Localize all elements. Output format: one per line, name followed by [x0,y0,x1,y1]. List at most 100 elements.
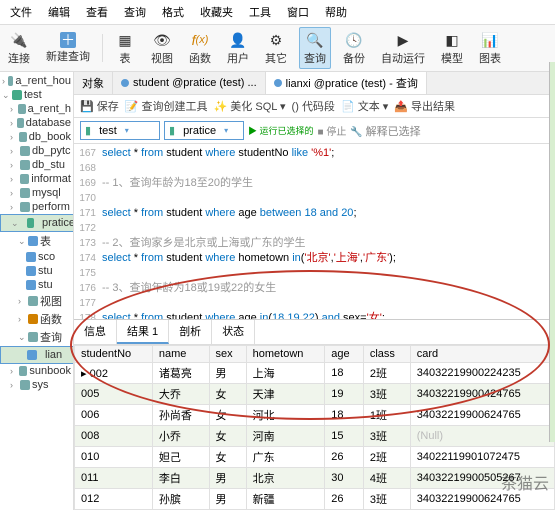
tree-node[interactable]: ⌄查询 [0,328,73,346]
other-button[interactable]: ⚙其它 [261,28,291,68]
menu-file[interactable]: 文件 [4,2,38,22]
cell[interactable]: 18 [325,405,364,426]
function-button[interactable]: f(x)函数 [185,28,215,68]
cell[interactable]: 上海 [246,363,325,384]
text-button[interactable]: 📄 文本 ▾ [341,98,388,114]
model-button[interactable]: ◧模型 [437,28,467,68]
tree-node[interactable]: ›sys [0,378,73,392]
tree-node[interactable]: ›db_pytc [0,144,73,158]
tree-node[interactable]: ›perform [0,200,73,214]
tree-node[interactable]: sco [0,250,73,264]
rtab-info[interactable]: 信息 [74,320,117,344]
chart-button[interactable]: 📊图表 [475,28,505,68]
cell[interactable]: 男 [209,489,246,510]
cell[interactable]: 34032219900224235 [410,363,554,384]
cell[interactable]: 3班 [363,426,410,447]
tree-node[interactable]: ›database [0,116,73,130]
cell[interactable]: 26 [325,489,364,510]
cell[interactable]: 010 [75,447,153,468]
backup-button[interactable]: 🕓备份 [339,28,369,68]
view-button[interactable]: 👁视图 [147,28,177,68]
table-row[interactable]: 005大乔女天津193班34032219900424765 [75,384,555,405]
cell[interactable]: 李白 [152,468,209,489]
rtab-result1[interactable]: 结果 1 [117,320,169,344]
new-query-button[interactable]: ＋新建查询 [42,30,94,66]
cell[interactable]: ▸ 002 [75,363,153,384]
results-table[interactable]: studentNo name sex hometown age class ca… [74,345,555,510]
tree-node[interactable]: ›a_rent_h [0,102,73,116]
cell[interactable]: 005 [75,384,153,405]
cell[interactable]: 女 [209,447,246,468]
cell[interactable]: 男 [209,468,246,489]
tab-lianxi[interactable]: lianxi @pratice (test) - 查询 [266,72,427,94]
cell[interactable]: 孙膑 [152,489,209,510]
cell[interactable]: 4班 [363,468,410,489]
cell[interactable]: 19 [325,384,364,405]
cell[interactable]: 15 [325,426,364,447]
col-header[interactable]: name [152,346,209,363]
cell[interactable]: 34022119901072475 [410,447,554,468]
tree-node[interactable]: ›sunbook [0,364,73,378]
menu-edit[interactable]: 编辑 [42,2,76,22]
save-button[interactable]: 💾 保存 [80,98,119,114]
connect-button[interactable]: 🔌连接 [4,28,34,68]
explain-button[interactable]: 🔧 解释已选择 [350,123,420,139]
cell[interactable]: 女 [209,384,246,405]
menu-favorites[interactable]: 收藏夹 [194,2,239,22]
table-row[interactable]: 006孙尚香女河北181班34032219900624765 [75,405,555,426]
cell[interactable]: 2班 [363,447,410,468]
run-selected-button[interactable]: ▶ 运行已选择的 [248,124,314,137]
cell[interactable]: 北京 [246,468,325,489]
menu-tools[interactable]: 工具 [243,2,277,22]
cell[interactable]: 妲己 [152,447,209,468]
tree-node[interactable]: ›db_stu [0,158,73,172]
cell[interactable]: 1班 [363,405,410,426]
cell[interactable]: 河北 [246,405,325,426]
cell[interactable]: 河南 [246,426,325,447]
sql-editor[interactable]: 167select * from student where studentNo… [74,144,555,319]
cell[interactable]: 新疆 [246,489,325,510]
cell[interactable]: 天津 [246,384,325,405]
cell[interactable]: 3班 [363,384,410,405]
cell[interactable]: 孙尚香 [152,405,209,426]
cell[interactable]: 2班 [363,363,410,384]
menu-query[interactable]: 查询 [118,2,152,22]
tree-node[interactable]: ⌄表 [0,232,73,250]
tree-node[interactable]: ›函数 [0,310,73,328]
cell[interactable]: 18 [325,363,364,384]
export-button[interactable]: 📤 导出结果 [394,98,455,114]
col-header[interactable]: studentNo [75,346,153,363]
nav-tree[interactable]: ›a_rent_hou ⌄test ›a_rent_h ›database ›d… [0,72,74,510]
menu-help[interactable]: 帮助 [319,2,353,22]
tree-node[interactable]: ›db_book [0,130,73,144]
cell[interactable]: 011 [75,468,153,489]
cell[interactable]: 008 [75,426,153,447]
tree-node[interactable]: ⌄test [0,88,73,102]
table-row[interactable]: 011李白男北京304班34032219900505267 [75,468,555,489]
tab-objects[interactable]: 对象 [74,72,113,94]
cell[interactable]: 男 [209,363,246,384]
connection-select[interactable]: ▮test▾ [80,121,160,140]
user-button[interactable]: 👤用户 [223,28,253,68]
cell[interactable]: 26 [325,447,364,468]
rtab-profile[interactable]: 剖析 [169,320,212,344]
table-row[interactable]: ▸ 002诸葛亮男上海182班34032219900224235 [75,363,555,384]
col-header[interactable]: hometown [246,346,325,363]
cell[interactable]: 小乔 [152,426,209,447]
tree-node[interactable]: ›mysql [0,186,73,200]
tree-node[interactable]: stu [0,264,73,278]
cell[interactable]: 30 [325,468,364,489]
rtab-status[interactable]: 状态 [212,320,255,344]
tree-node[interactable]: lian [0,346,74,364]
table-row[interactable]: 012孙膑男新疆263班34032219900624765 [75,489,555,510]
table-row[interactable]: 010妲己女广东262班34022119901072475 [75,447,555,468]
database-select[interactable]: ▮pratice▾ [164,121,244,140]
menu-window[interactable]: 窗口 [281,2,315,22]
autorun-button[interactable]: ▶自动运行 [377,28,429,68]
cell[interactable]: 诸葛亮 [152,363,209,384]
menu-format[interactable]: 格式 [156,2,190,22]
tree-node[interactable]: ›视图 [0,292,73,310]
cell[interactable]: 3班 [363,489,410,510]
cell[interactable]: 006 [75,405,153,426]
cell[interactable]: 34032219900424765 [410,384,554,405]
